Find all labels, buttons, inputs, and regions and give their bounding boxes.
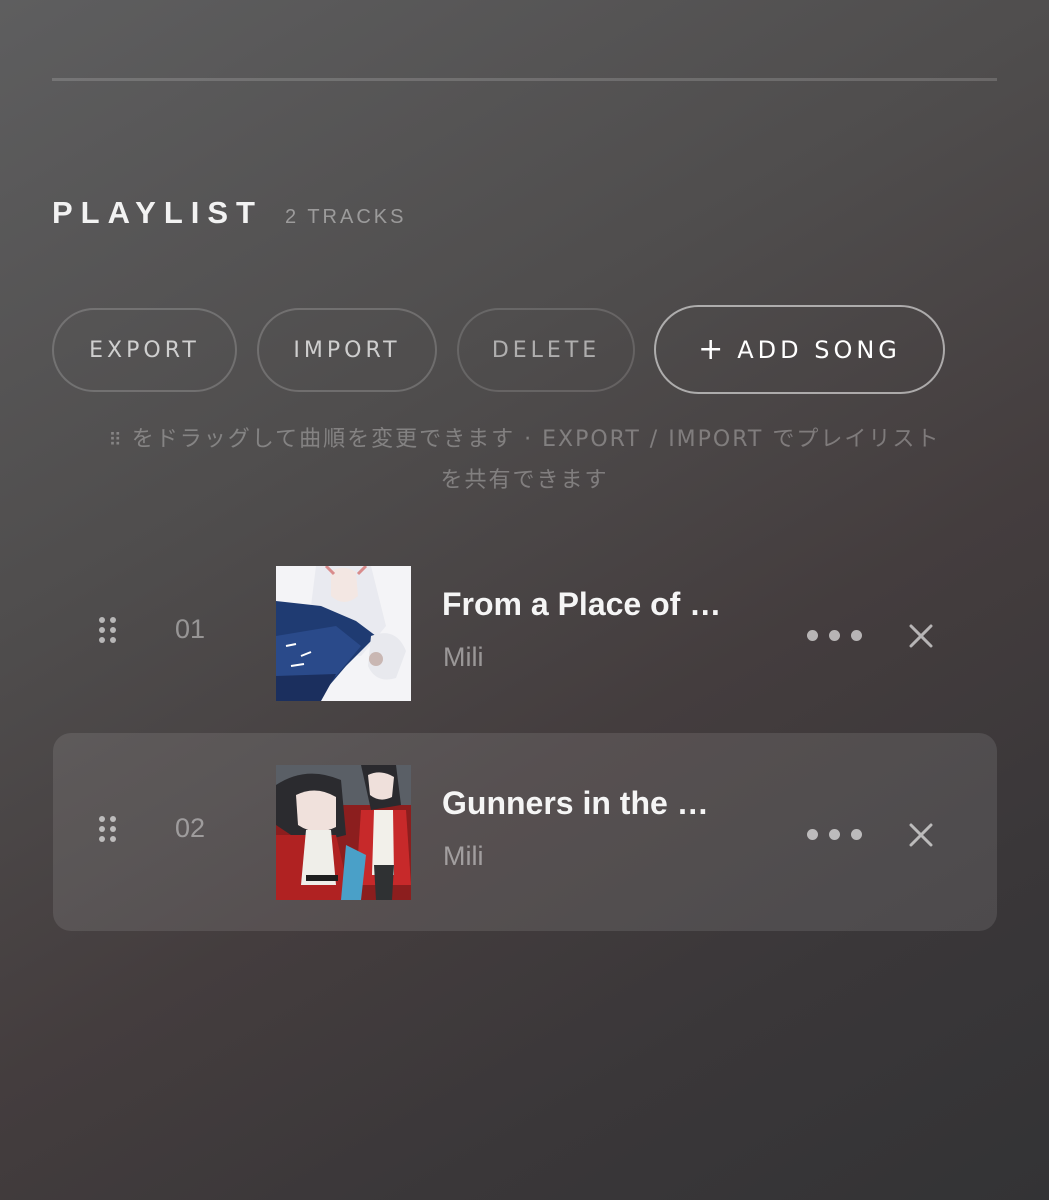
track-number: 01 — [175, 614, 206, 644]
track-row[interactable]: 02 Gunners in the … Mili — [53, 733, 997, 931]
export-button[interactable]: EXPORT — [52, 308, 237, 392]
page-title: PLAYLIST — [52, 195, 263, 230]
track-count: 2 TRACKS — [285, 206, 407, 228]
top-divider — [52, 78, 997, 81]
album-art — [276, 765, 411, 900]
help-text: ⠿ をドラッグして曲順を変更できます · EXPORT / IMPORT でプレイ… — [52, 420, 997, 501]
close-icon[interactable] — [909, 624, 933, 648]
import-button[interactable]: IMPORT — [257, 308, 437, 392]
more-horizontal-icon[interactable] — [807, 829, 865, 841]
drag-handle-icon[interactable] — [99, 816, 119, 848]
track-title: Gunners in the … — [442, 785, 709, 821]
add-song-label: ADD SONG — [737, 335, 901, 364]
track-artist: Mili — [443, 642, 484, 672]
track-artist: Mili — [443, 841, 484, 871]
grip-icon: ⠿ — [108, 430, 122, 451]
drag-handle-icon[interactable] — [99, 617, 119, 649]
close-icon[interactable] — [909, 823, 933, 847]
more-horizontal-icon[interactable] — [807, 630, 865, 642]
help-text-line-2: を共有できます — [440, 468, 609, 493]
delete-button[interactable]: DELETE — [457, 308, 635, 392]
plus-icon: + — [698, 331, 724, 367]
playlist-header: PLAYLIST 2 TRACKS — [52, 195, 406, 231]
help-text-line-1: をドラッグして曲順を変更できます · EXPORT / IMPORT でプレイリ… — [131, 427, 941, 452]
album-art — [276, 566, 411, 701]
track-row[interactable]: 01 From a Place of … Mili — [53, 534, 997, 732]
add-song-button[interactable]: + ADD SONG — [654, 305, 945, 394]
track-number: 02 — [175, 813, 206, 843]
track-title: From a Place of … — [442, 586, 722, 622]
